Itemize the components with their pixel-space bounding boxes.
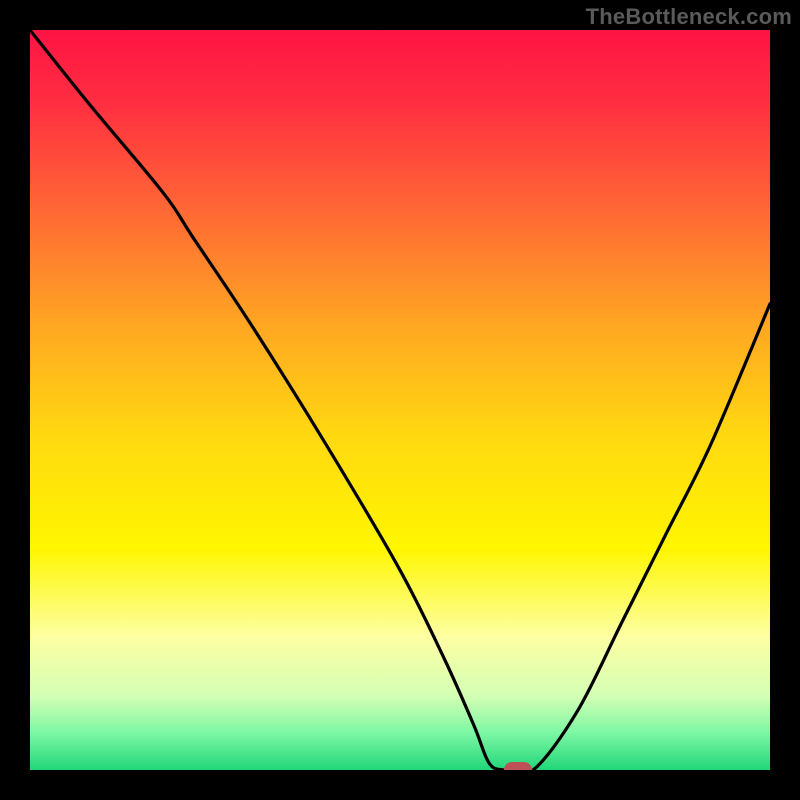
plot-area (30, 30, 770, 770)
bottleneck-curve (30, 30, 770, 770)
optimal-marker (504, 762, 532, 770)
chart-container: TheBottleneck.com (0, 0, 800, 800)
watermark-label: TheBottleneck.com (586, 4, 792, 30)
